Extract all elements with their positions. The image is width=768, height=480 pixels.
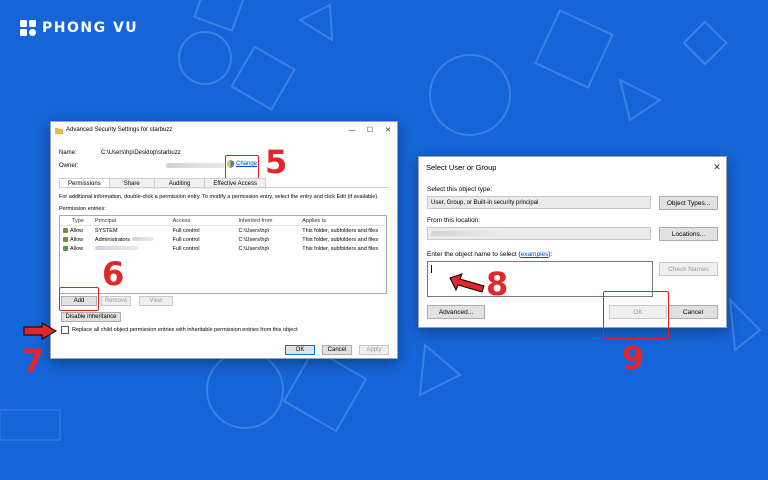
col-type[interactable]: Type: [60, 218, 95, 224]
replace-permissions-option[interactable]: Replace all child object permission entr…: [61, 326, 298, 334]
title-bar: Select User or Group ✕: [419, 157, 726, 177]
user-icon: [63, 246, 68, 251]
row-type: Allow: [70, 236, 84, 243]
cancel-button[interactable]: Cancel: [668, 305, 718, 319]
row-inherited: C:\Users\hp\: [238, 236, 270, 243]
check-names-button[interactable]: Check Names: [659, 262, 718, 276]
arrow-8-icon: [449, 273, 485, 293]
user-group-icon: [63, 237, 68, 242]
owner-label: Owner:: [59, 163, 79, 169]
step-number-9: 9: [622, 339, 645, 377]
location-field: [427, 227, 651, 240]
row-access: Full control: [172, 227, 200, 234]
remove-button[interactable]: Remove: [101, 296, 131, 306]
row-inherited: C:\Users\hp\: [238, 227, 270, 234]
name-value: C:\Users\hp\Desktop\starbuzz: [101, 150, 181, 156]
col-inherited[interactable]: Inherited from: [238, 218, 302, 224]
col-applies[interactable]: Applies to: [302, 218, 386, 224]
view-button[interactable]: View: [139, 296, 173, 306]
step-number-8: 8: [486, 265, 509, 303]
table-row[interactable]: Allow Administrators Full control C:\Use…: [60, 235, 386, 244]
row-type: Allow: [70, 227, 84, 234]
row-access: Full control: [172, 245, 200, 252]
step-number-7: 7: [22, 342, 45, 380]
row-applies: This folder, subfolders and files: [302, 227, 379, 234]
advanced-security-window: Advanced Security Settings for starbuzz …: [50, 121, 398, 359]
ok-button[interactable]: OK: [285, 345, 315, 355]
window-title: Advanced Security Settings for starbuzz: [66, 127, 173, 133]
cancel-button[interactable]: Cancel: [322, 345, 352, 355]
permission-table-header: Type Principal Access Inherited from App…: [60, 216, 386, 226]
highlight-ok: [603, 291, 669, 339]
row-applies: This folder, subfolders and files: [302, 236, 379, 243]
locations-button[interactable]: Locations...: [659, 227, 718, 241]
replace-permissions-checkbox[interactable]: [61, 326, 69, 334]
row-principal: Administrators: [95, 237, 173, 243]
highlight-change: [225, 155, 259, 179]
minimize-icon[interactable]: —: [343, 127, 361, 134]
enter-object-name-label: Enter the object name to select (example…: [427, 251, 553, 258]
step-number-6: 6: [102, 255, 125, 293]
brand-logo: PHONG VU: [20, 20, 138, 36]
apply-button[interactable]: Apply: [359, 345, 389, 355]
col-access[interactable]: Access: [173, 218, 239, 224]
brand-icon: [20, 20, 36, 36]
select-user-window: Select User or Group ✕ Select this objec…: [418, 156, 727, 339]
table-row[interactable]: Allow Full control C:\Users\hp\ This fol…: [60, 244, 386, 253]
maximize-icon[interactable]: ☐: [361, 126, 379, 134]
table-row[interactable]: Allow SYSTEM Full control C:\Users\hp\ T…: [60, 226, 386, 235]
tab-divider: [59, 187, 389, 188]
examples-link[interactable]: examples: [521, 251, 549, 258]
user-group-icon: [63, 228, 68, 233]
text-caret: [431, 265, 432, 273]
row-access: Full control: [172, 236, 200, 243]
object-type-field: User, Group, or Built-in security princi…: [427, 196, 651, 209]
title-bar: Advanced Security Settings for starbuzz …: [51, 122, 397, 138]
row-type: Allow: [70, 245, 84, 252]
close-icon[interactable]: ✕: [708, 162, 726, 173]
row-inherited: C:\Users\hp\: [238, 245, 270, 252]
col-principal[interactable]: Principal: [95, 218, 173, 224]
brand-name: PHONG VU: [42, 20, 139, 36]
row-applies: This folder, subfolders and files: [302, 245, 379, 252]
folder-icon: [55, 127, 63, 134]
object-types-button[interactable]: Object Types...: [659, 196, 718, 210]
row-principal-redacted: [94, 246, 173, 252]
object-type-label: Select this object type:: [427, 186, 493, 193]
info-text: For additional information, double-click…: [59, 194, 379, 200]
permission-entries-label: Permission entries:: [59, 206, 106, 212]
advanced-button[interactable]: Advanced...: [427, 305, 485, 319]
step-number-5: 5: [265, 143, 288, 181]
highlight-add: [59, 287, 99, 311]
window-title: Select User or Group: [426, 162, 497, 172]
replace-permissions-label: Replace all child object permission entr…: [72, 327, 298, 333]
owner-value-redacted: [166, 163, 226, 169]
name-label: Name:: [59, 150, 77, 156]
location-label: From this location:: [427, 217, 481, 224]
disable-inheritance-button[interactable]: Disable inheritance: [61, 312, 121, 322]
row-principal: SYSTEM: [94, 227, 118, 234]
arrow-7-icon: [23, 322, 58, 340]
close-icon[interactable]: ✕: [379, 126, 397, 134]
